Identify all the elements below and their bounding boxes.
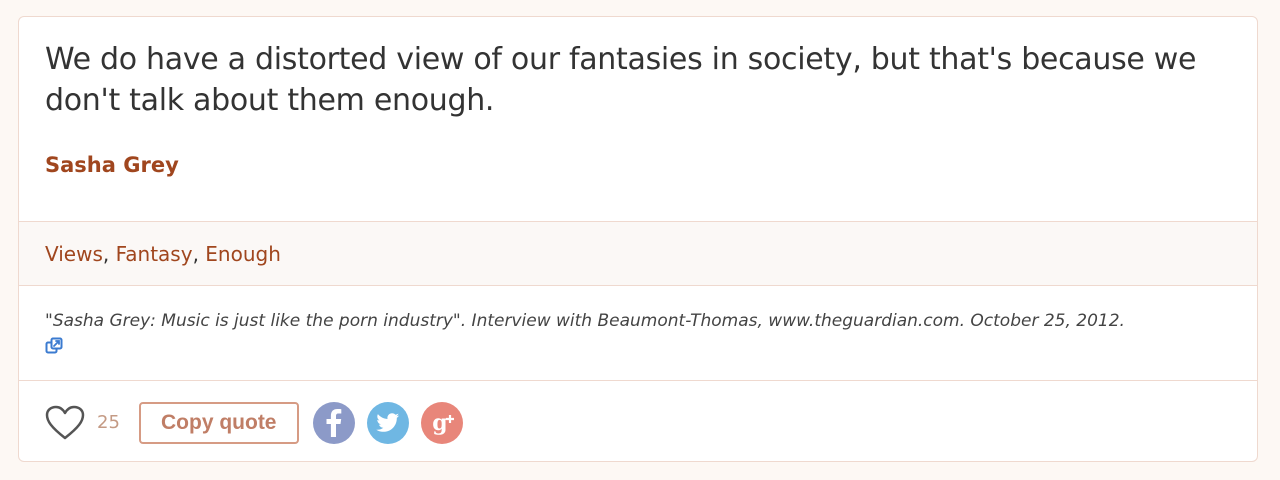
like-count: 25 [97,412,120,433]
tag-enough[interactable]: Enough [205,242,281,266]
tag-fantasy[interactable]: Fantasy [116,242,193,266]
tag-views[interactable]: Views [45,242,103,266]
tags-bar: Views, Fantasy, Enough [19,221,1257,286]
tag-separator: , [102,242,110,266]
tag-separator: , [192,242,199,266]
source-section: "Sasha Grey: Music is just like the porn… [19,286,1257,381]
heart-icon[interactable] [45,405,85,441]
author-link[interactable]: Sasha Grey [45,153,179,177]
actions-bar: 25 Copy quote g [19,381,1257,461]
quote-text: We do have a distorted view of our fanta… [45,42,1197,118]
twitter-icon[interactable] [366,401,409,444]
svg-text:g: g [432,410,447,436]
copy-quote-button[interactable]: Copy quote [139,401,299,444]
social-share-group: g [312,401,463,444]
facebook-icon[interactable] [312,401,355,444]
quote-section: We do have a distorted view of our fanta… [19,17,1257,221]
external-link-icon[interactable] [45,337,63,355]
quote-card: We do have a distorted view of our fanta… [18,16,1258,462]
source-citation: "Sasha Grey: Music is just like the porn… [45,311,1125,331]
google-plus-icon[interactable]: g [420,401,463,444]
